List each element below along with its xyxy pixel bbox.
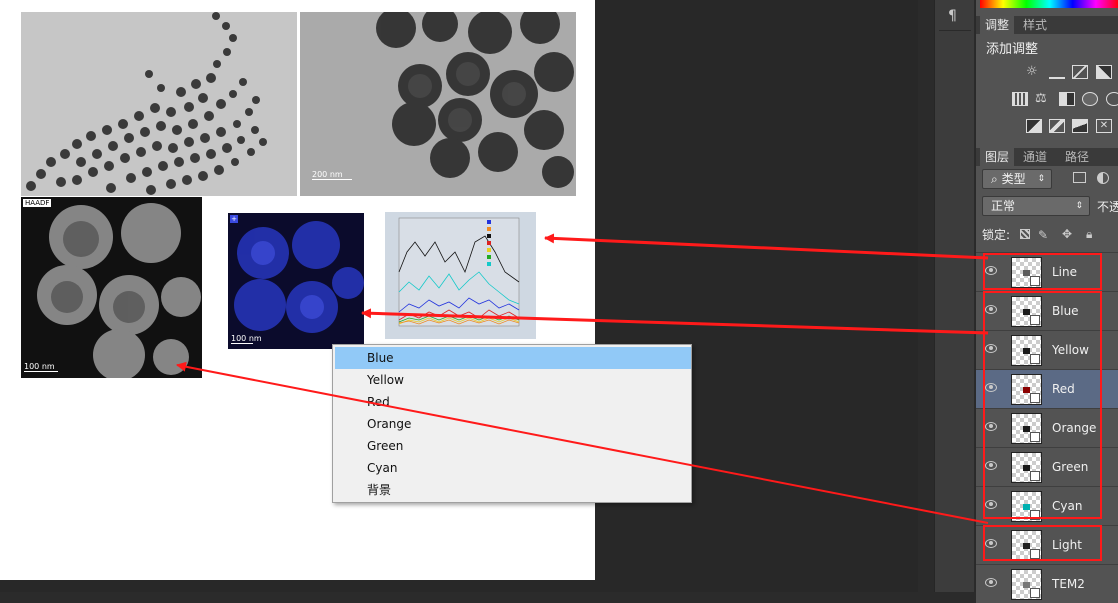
tab-paths[interactable]: 路径 [1060,148,1094,166]
lock-all-icon[interactable]: 🔒︎ [1086,227,1092,242]
scale-label-200nm: 200 nm [312,170,343,179]
posterize-icon[interactable] [1049,119,1065,133]
tem-particles-cluster [21,12,297,196]
menu-item[interactable]: 背景 [335,479,691,501]
layer-name: TEM2 [1052,577,1085,591]
filter-label: 类型 [1001,172,1026,186]
chevron-updown-icon: ⇕ [1037,174,1045,184]
scale-bar [312,179,352,180]
layer-row[interactable]: TEM2 [976,564,1118,603]
tab-channels[interactable]: 通道 [1018,148,1052,166]
menu-item[interactable]: Yellow [335,369,691,391]
blend-mode-select[interactable]: 正常 ⇕ [982,196,1090,216]
tem-image-top-left[interactable] [21,12,297,196]
photo-filter-icon[interactable] [1082,92,1098,106]
exposure-icon[interactable] [1096,65,1112,79]
haadf-particles [21,197,202,378]
lock-transparent-icon[interactable] [1020,229,1030,239]
tab-adjustments[interactable]: 调整 [980,16,1015,34]
layer-select-context-menu: Blue Yellow Red Orange Green Cyan 背景 [332,344,692,503]
color-balance-icon[interactable]: ⚖ [1035,92,1051,106]
scale-bar [24,371,58,372]
brightness-icon[interactable]: ☼ [1026,65,1042,79]
opacity-label: 不透 [1097,200,1118,214]
adjustment-filter-icon[interactable] [1097,172,1109,184]
highlight-box-line [983,253,1102,290]
black-white-icon[interactable] [1059,92,1075,106]
haadf-label: HAADF [23,199,52,207]
smart-object-icon [1030,588,1040,598]
chevron-updown-icon: ⇕ [1075,201,1083,211]
invert-icon[interactable] [1026,119,1042,133]
lock-paint-icon[interactable]: ✎ [1038,228,1048,242]
levels-icon[interactable] [1049,65,1065,79]
line-profile-graph [385,212,536,339]
panel-dock-strip: ¶ [934,0,974,592]
tem-nanospheres [300,12,576,196]
lock-label: 锁定: [982,228,1011,242]
canvas-area[interactable]: 200 nm HAADF 100 nm + 100 nm [0,0,918,592]
layer-thumbnail [1011,569,1042,600]
paragraph-icon[interactable]: ¶ [948,8,957,24]
layer-thumbnail-content [1023,582,1030,588]
haadf-image[interactable]: HAADF 100 nm [21,197,202,378]
layers-tabbar: 图层 通道 路径 [976,148,1118,166]
divider [939,30,971,31]
highlight-box-light [983,525,1102,561]
scale-bar [231,343,253,344]
menu-item[interactable]: Green [335,435,691,457]
eye-icon[interactable] [985,578,997,587]
line-profile-plot[interactable] [385,212,536,339]
tab-styles[interactable]: 样式 [1018,16,1052,34]
scale-label-100nm: 100 nm [24,362,55,371]
lock-move-icon[interactable]: ✥ [1062,227,1072,241]
selective-color-icon[interactable]: ✕ [1096,119,1112,133]
curves-icon[interactable] [1072,65,1088,79]
eds-map-blue[interactable]: + 100 nm [228,213,364,349]
highlight-box-color-layers [983,291,1102,519]
menu-item[interactable]: Red [335,391,691,413]
scale-label-100nm: 100 nm [231,334,262,343]
image-filter-icon[interactable] [1073,172,1086,183]
tab-layers[interactable]: 图层 [980,148,1015,166]
color-spectrum-bar[interactable] [980,0,1118,8]
vibrance-icon[interactable] [1012,92,1028,106]
eds-label: + [230,215,238,223]
channel-mixer-icon[interactable] [1106,92,1118,106]
blend-mode-value: 正常 [991,199,1016,213]
menu-item[interactable]: Cyan [335,457,691,479]
search-icon: ⌕ [991,172,998,186]
menu-item[interactable]: Blue [335,347,691,369]
add-adjustment-heading: 添加调整 [986,42,1039,57]
menu-item[interactable]: Orange [335,413,691,435]
eds-blue-dots [228,213,364,349]
adjustments-tabbar: 调整 样式 [976,16,1118,34]
tem-image-top-right[interactable]: 200 nm [300,12,576,196]
threshold-icon[interactable] [1072,119,1088,133]
layer-filter-select[interactable]: ⌕ 类型 ⇕ [982,169,1052,189]
